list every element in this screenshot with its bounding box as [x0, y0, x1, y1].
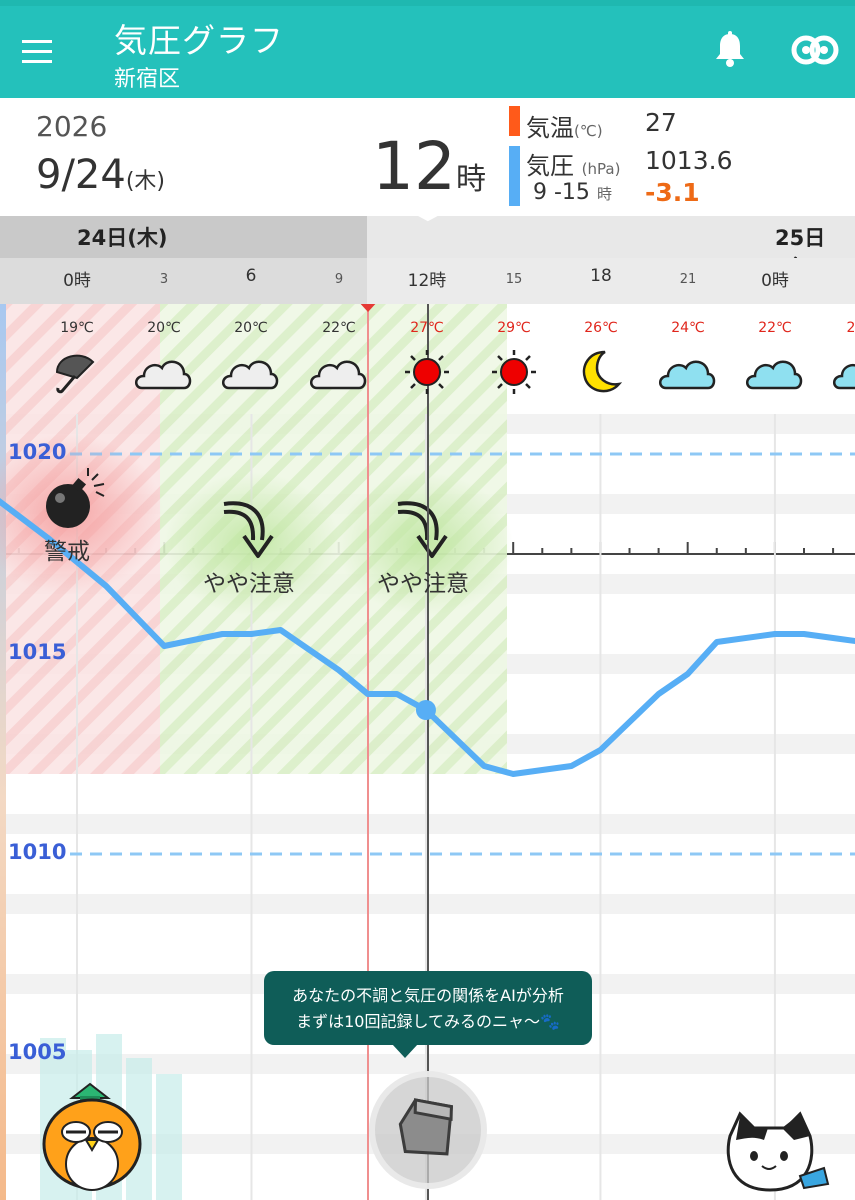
menu-icon [22, 40, 52, 63]
forecast-temp: 27℃ [410, 320, 444, 336]
record-symptom-button[interactable] [369, 1071, 487, 1189]
hour-tick-label: 0時 [761, 271, 789, 291]
app-title: 気圧グラフ [114, 21, 284, 60]
forecast-temp: 20℃ [147, 320, 181, 336]
date-label: 9/24(木) [36, 152, 165, 198]
day-of-week: (木) [125, 169, 165, 194]
hour-tick-label: 6 [245, 266, 257, 286]
forecast-temp: 22℃ [322, 320, 356, 336]
pressure-legend-swatch [509, 146, 520, 206]
ai-analysis-tooltip[interactable]: あなたの不調と気圧の関係をAIが分析 まずは10回記録してみるのニャ〜🐾 [264, 971, 592, 1045]
notification-button[interactable] [708, 28, 752, 72]
location-label[interactable]: 新宿区 [114, 61, 180, 93]
sun-icon [492, 350, 536, 394]
hour-tick-label: 3 [159, 272, 169, 287]
hour-tick-label: 9 [334, 272, 344, 287]
hour-ruler[interactable]: 0時 3 6 9 12時 15 18 21 0時 [0, 258, 855, 555]
history-bar [156, 1074, 182, 1200]
date-value: 9/24 [36, 152, 126, 198]
forecast-temp: 19℃ [60, 320, 94, 336]
pressure-label-text: 気圧 [526, 152, 574, 180]
current-pressure-point [415, 700, 436, 720]
cat-mascot [726, 1111, 830, 1192]
cloud-icon [659, 360, 716, 390]
temperature-label-text: 気温 [526, 114, 574, 142]
tooltip-tail [392, 1044, 418, 1058]
caution-label: やや注意 [203, 571, 295, 597]
hour-label: 12時 [372, 128, 486, 205]
temperature-value: 27 [645, 108, 677, 137]
cloud-icon [833, 364, 855, 390]
forecast-temp: 26℃ [584, 320, 618, 336]
year-label: 2026 [36, 110, 108, 143]
warning-label: 警戒 [44, 539, 90, 565]
hour-tick-label: 12時 [407, 271, 447, 291]
forecast-temp: 20℃ [234, 320, 268, 336]
pressure-change-value: -3.1 [645, 178, 700, 207]
owl-mascot [42, 1082, 142, 1191]
pencil-record-icon [398, 1098, 454, 1156]
y-tick-label: 1020 [8, 440, 67, 464]
forecast-temp: 22℃ [758, 320, 792, 336]
cloud-icon [135, 360, 192, 390]
hour-tick-label: 21 [679, 272, 697, 287]
day-label: 24日(木) [77, 226, 168, 250]
change-range: 9 -15 時 [533, 180, 612, 205]
forecast-temp: 29℃ [497, 320, 531, 336]
temperature-legend-swatch [509, 106, 520, 136]
partner-app-button[interactable] [790, 28, 842, 72]
forecast-temp: 2 [846, 320, 855, 336]
forecast-temp: 24℃ [671, 320, 705, 336]
hour-value: 12 [372, 128, 456, 205]
hour-tick-label: 18 [590, 266, 612, 286]
day-band-past [0, 216, 367, 258]
cloud-icon [222, 360, 279, 390]
sun-icon [405, 350, 449, 394]
current-time-notch [106, 216, 749, 222]
menu-button[interactable] [18, 32, 60, 72]
umbrella-icon [55, 354, 95, 394]
cloud-icon [746, 360, 803, 390]
y-tick-label: 1010 [8, 840, 67, 864]
hour-ruler-past [0, 258, 367, 304]
y-tick-label: 1005 [8, 1040, 67, 1064]
chart-canvas [0, 300, 855, 1200]
temperature-unit: (℃) [574, 122, 603, 140]
bell-icon [716, 31, 744, 67]
caution-label: やや注意 [377, 571, 469, 597]
app-bar: 気圧グラフ 新宿区 [0, 6, 855, 98]
y-tick-label: 1015 [8, 640, 67, 664]
partner-app-icon [791, 35, 839, 65]
info-panel: 2026 9/24(木) 12時 気温(℃) 27 気圧 (hPa) 1013.… [0, 98, 855, 216]
pressure-value: 1013.6 [645, 146, 733, 175]
pressure-label: 気圧 (hPa) [526, 146, 620, 181]
temperature-label: 気温(℃) [526, 108, 603, 143]
change-range-unit: 時 [596, 185, 612, 203]
hour-tick-label: 0時 [63, 271, 91, 291]
pressure-chart[interactable]: 19℃ 20℃ 20℃ 22℃ 27℃ 29℃ 26℃ 24℃ 22℃ 2 10… [0, 300, 855, 1200]
hour-tick-label: 15 [505, 272, 523, 287]
moon-icon [582, 350, 623, 393]
hour-unit: 時 [455, 162, 486, 197]
tooltip-line: まずは10回記録してみるのニャ〜🐾 [296, 1012, 560, 1031]
change-range-text: 9 -15 [533, 180, 590, 205]
tooltip-line: あなたの不調と気圧の関係をAIが分析 [292, 986, 564, 1005]
pressure-unit: (hPa) [581, 160, 621, 178]
level-edge-bar [0, 304, 6, 1200]
cloud-icon [310, 360, 367, 390]
day-band: 24日(木) 25日(金 [0, 216, 855, 280]
